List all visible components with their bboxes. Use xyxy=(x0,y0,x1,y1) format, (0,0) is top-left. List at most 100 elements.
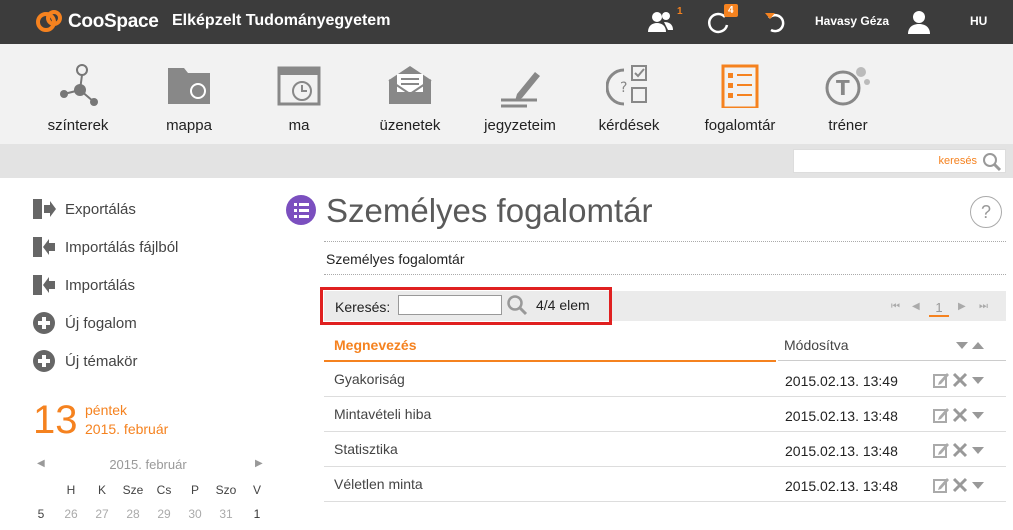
calendar-day[interactable]: 1 xyxy=(242,507,272,521)
calendar-next-icon[interactable]: ▶ xyxy=(255,458,263,469)
help-icon[interactable]: ? xyxy=(970,196,1002,228)
calendar-day[interactable]: 29 xyxy=(149,507,179,521)
envelope-icon xyxy=(388,66,432,104)
user-avatar-icon[interactable] xyxy=(904,8,934,36)
trainer-icon: T xyxy=(825,67,870,106)
svg-text:T: T xyxy=(836,76,850,100)
module-ma[interactable]: ma xyxy=(249,44,349,144)
svg-text:?: ? xyxy=(620,80,627,96)
module-toolbar: színterek mappa ma üzenetek jegyzeteim ?… xyxy=(0,44,1013,144)
table-row[interactable]: Mintavételi hiba 2015.02.13. 13:48 xyxy=(324,397,1006,432)
global-search-input[interactable]: keresés xyxy=(793,149,1006,173)
sidebar-action-label: Új fogalom xyxy=(65,314,137,332)
sidebar-action-label: Új témakör xyxy=(65,352,138,370)
term-name[interactable]: Gyakoriság xyxy=(334,371,405,387)
sidebar-action-import[interactable]: Importálás xyxy=(32,273,135,297)
calendar-weekday-header: H xyxy=(66,483,76,497)
glossary-icon xyxy=(721,64,759,108)
next-page-icon[interactable]: ▶ xyxy=(958,301,966,312)
activity-badge: 4 xyxy=(724,4,738,17)
table-row[interactable]: Gyakoriság 2015.02.13. 13:49 xyxy=(324,362,1006,397)
module-fogalomtar[interactable]: fogalomtár xyxy=(690,44,790,144)
edit-icon xyxy=(933,478,949,493)
plus-circle-icon xyxy=(33,350,55,372)
search-strip: keresés xyxy=(0,144,1013,178)
edit-icon xyxy=(933,443,949,458)
edit-icon xyxy=(933,373,949,388)
calendar-weekday: péntek xyxy=(85,402,128,418)
highlight-box xyxy=(320,287,612,325)
calendar-day[interactable]: 30 xyxy=(180,507,210,521)
module-label: tréner xyxy=(828,117,868,134)
sidebar-action-label: Exportálás xyxy=(65,200,136,218)
calendar-title: 2015. február xyxy=(109,457,187,472)
search-icon[interactable] xyxy=(982,152,1002,172)
page-number[interactable]: 1 xyxy=(929,300,949,317)
delete-icon xyxy=(952,407,968,423)
top-bar: CooSpace Elképzelt Tudományegyetem 1 4 H… xyxy=(0,0,1013,44)
app-name: CooSpace xyxy=(68,11,159,32)
calendar-weekday-header: Cs xyxy=(156,483,172,497)
row-actions xyxy=(933,442,984,458)
column-header-name[interactable]: Megnevezés xyxy=(334,337,416,353)
page-title: Személyes fogalomtár xyxy=(326,192,653,229)
module-label: jegyzeteim xyxy=(484,117,556,134)
sidebar-action-label: Importálás fájlból xyxy=(65,238,179,256)
sidebar-action-export[interactable]: Exportálás xyxy=(32,197,136,221)
export-icon xyxy=(33,199,56,219)
first-page-icon[interactable]: ⏮ xyxy=(891,301,900,312)
module-mappa[interactable]: mappa xyxy=(139,44,239,144)
global-search-placeholder: keresés xyxy=(938,155,977,167)
sidebar-action-import-file[interactable]: Importálás fájlból xyxy=(32,235,178,259)
table-row[interactable]: Statisztika 2015.02.13. 13:48 xyxy=(324,432,1006,467)
row-actions xyxy=(933,372,984,388)
term-modified: 2015.02.13. 13:49 xyxy=(785,373,898,389)
logo[interactable]: CooSpace xyxy=(36,7,159,37)
calendar-prev-icon[interactable]: ◀ xyxy=(37,458,45,469)
user-name[interactable]: Havasy Géza xyxy=(815,14,889,28)
term-name[interactable]: Statisztika xyxy=(334,441,398,457)
calendar-weekday-header: K xyxy=(97,483,106,497)
table-row[interactable]: Véletlen minta 2015.02.13. 13:48 xyxy=(324,467,1006,502)
last-page-icon[interactable]: ⏭ xyxy=(979,301,988,312)
divider xyxy=(324,274,1006,275)
breadcrumb: Személyes fogalomtár xyxy=(326,251,465,267)
module-trener[interactable]: T tréner xyxy=(798,44,898,144)
calendar-week-number: 5 xyxy=(37,507,45,521)
calendar-day[interactable]: 26 xyxy=(56,507,86,521)
institution-name[interactable]: Elképzelt Tudományegyetem xyxy=(172,12,390,30)
column-header-modified[interactable]: Módosítva xyxy=(784,337,849,353)
people-badge: 1 xyxy=(677,6,683,17)
sort-icon[interactable] xyxy=(956,339,988,351)
module-jegyzeteim[interactable]: jegyzeteim xyxy=(470,44,570,144)
module-label: mappa xyxy=(166,117,212,134)
sidebar-action-new-topic[interactable]: Új témakör xyxy=(32,349,138,373)
dropdown-icon xyxy=(972,377,984,384)
module-label: fogalomtár xyxy=(704,117,776,134)
calendar-day[interactable]: 31 xyxy=(211,507,241,521)
delete-icon xyxy=(952,372,968,388)
sidebar-action-new-term[interactable]: Új fogalom xyxy=(32,311,137,335)
calendar-day-number: 13 xyxy=(33,398,78,442)
term-name[interactable]: Véletlen minta xyxy=(334,476,423,492)
module-uzenetek[interactable]: üzenetek xyxy=(360,44,460,144)
question-checklist-icon: ? xyxy=(606,65,647,106)
prev-page-icon[interactable]: ◀ xyxy=(912,301,920,312)
language-switch[interactable]: HU xyxy=(970,14,987,28)
undo-icon[interactable] xyxy=(761,8,791,36)
row-actions xyxy=(933,477,984,493)
network-icon xyxy=(60,64,98,106)
calendar-day[interactable]: 27 xyxy=(87,507,117,521)
term-name[interactable]: Mintavételi hiba xyxy=(334,406,431,422)
people-icon[interactable] xyxy=(646,8,676,36)
calendar-day[interactable]: 28 xyxy=(118,507,148,521)
module-kerdesek[interactable]: ? kérdések xyxy=(579,44,679,144)
import-file-icon xyxy=(33,237,55,257)
term-modified: 2015.02.13. 13:48 xyxy=(785,408,898,424)
calendar-month: 2015. február xyxy=(85,421,169,437)
delete-icon xyxy=(952,442,968,458)
calendar-weekday-header: P xyxy=(190,483,199,497)
module-szinterek[interactable]: színterek xyxy=(28,44,128,144)
glossary-list-icon xyxy=(286,195,316,225)
sidebar-action-label: Importálás xyxy=(65,276,136,294)
